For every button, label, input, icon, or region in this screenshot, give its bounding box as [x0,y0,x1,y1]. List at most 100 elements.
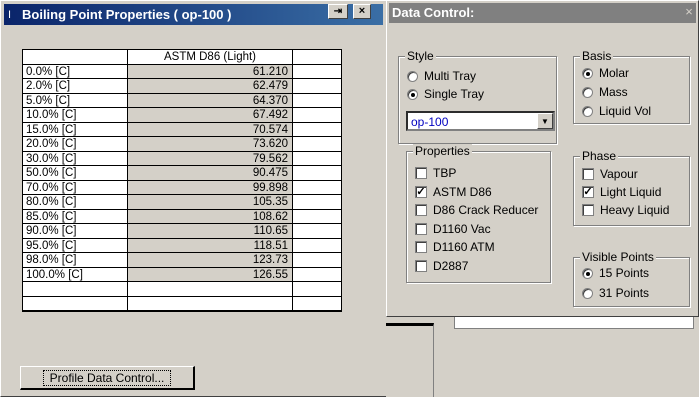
temperature-value-cell[interactable]: 90.475 [128,166,293,181]
temperature-value-cell[interactable]: 62.479 [128,79,293,94]
property-checkbox-label: ASTM D86 [433,184,492,199]
empty-cell [293,94,341,108]
grid-row: 98.0% [C] 123.73 [23,253,341,268]
points-radio-15-points[interactable]: 15 Points [582,266,649,280]
empty-value-cell[interactable] [128,282,293,297]
basis-radio-molar[interactable]: Molar [582,66,629,80]
boiling-point-grid: ASTM D86 (Light) 0.0% [C] 61.210 2.0% [C] 6… [22,49,342,312]
points-radio-31-points[interactable]: 31 Points [582,286,649,300]
temperature-value-cell[interactable]: 73.620 [128,137,293,152]
basis-radio-liquid-vol[interactable]: Liquid Vol [582,104,651,118]
grid-row: 95.0% [C] 118.51 [23,238,341,253]
property-checkbox-box [415,204,427,216]
multi-tray-radio[interactable]: Multi Tray [407,69,476,83]
dc-close-button[interactable]: × [682,5,696,19]
grid-row: 80.0% [C] 105.35 [23,195,341,210]
temperature-value-cell[interactable]: 123.73 [128,253,293,268]
temperature-value-cell[interactable]: 79.562 [128,151,293,166]
empty-cell [293,297,341,311]
temperature-value-cell[interactable]: 105.35 [128,195,293,210]
row-label: 85.0% [C] [23,209,128,224]
basis-radio-dot [582,105,593,117]
property-checkbox-box [415,241,427,253]
style-legend: Style [405,49,436,63]
row-label: 2.0% [C] [23,79,128,94]
row-label: 10.0% [C] [23,108,128,123]
dc-titlebar[interactable]: Data Control: [389,3,696,23]
pin-button[interactable]: ⇥ [328,4,348,19]
row-label: 0.0% [C] [23,64,128,79]
property-checkbox-d1160-atm[interactable]: D1160 ATM [415,240,495,254]
grid-row: 10.0% [C] 67.492 [23,108,341,123]
data-control-window: Data Control: × Style Multi Tray Single … [386,0,699,317]
temperature-value-cell[interactable]: 70.574 [128,122,293,137]
workspace-background [386,317,699,397]
phase-group: Phase Vapour ✓ Light Liquid Heavy Liquid [573,149,690,226]
phase-checkbox-box [582,204,594,216]
property-checkbox-label: D1160 Vac [433,221,491,236]
empty-cell [293,253,341,268]
grid-row: 0.0% [C] 61.210 [23,64,341,79]
workspace-field [454,317,694,329]
empty-cell [293,282,341,297]
points-radio-dot [582,267,593,279]
phase-checkbox-box [582,168,594,180]
grid-header-spacer [293,50,341,65]
basis-group: Basis Molar Mass Liquid Vol [573,49,690,124]
close-button[interactable]: × [353,4,371,19]
grid-row-empty [23,282,341,297]
phase-checkbox-vapour[interactable]: Vapour [582,167,638,181]
single-tray-label: Single Tray [424,87,485,101]
property-checkbox-d2887[interactable]: D2887 [415,259,468,273]
temperature-value-cell[interactable]: 61.210 [128,64,293,79]
grid-row: 90.0% [C] 110.65 [23,224,341,239]
empty-cell [293,210,341,224]
grid-header-row: ASTM D86 (Light) [23,50,341,65]
app-icon: I [8,9,12,21]
empty-value-cell[interactable] [128,296,293,311]
chevron-down-icon[interactable]: ▼ [537,113,553,129]
empty-cell [293,65,341,79]
temperature-value-cell[interactable]: 64.370 [128,93,293,108]
grid-row: 30.0% [C] 79.562 [23,151,341,166]
grid-row: 70.0% [C] 99.898 [23,180,341,195]
temperature-value-cell[interactable]: 67.492 [128,108,293,123]
phase-checkbox-light-liquid[interactable]: ✓ Light Liquid [582,185,661,199]
temperature-value-cell[interactable]: 108.62 [128,209,293,224]
empty-cell [293,79,341,94]
bp-titlebar[interactable]: I Boiling Point Properties ( op-100 ) [4,4,383,25]
grid-row: 20.0% [C] 73.620 [23,137,341,152]
stream-select[interactable]: op-100 ▼ [406,111,555,131]
phase-checkbox-box: ✓ [582,186,594,198]
multi-tray-radio-dot [407,70,418,82]
row-label: 100.0% [C] [23,267,128,282]
pin-icon: ⇥ [333,6,343,17]
profile-data-control-button[interactable]: Profile Data Control... [20,366,195,390]
single-tray-radio[interactable]: Single Tray [407,87,484,101]
empty-cell [293,195,341,210]
basis-radio-dot [582,67,593,79]
property-checkbox-label: D86 Crack Reducer [433,203,539,217]
grid-row: 2.0% [C] 62.479 [23,79,341,94]
grid-row: 15.0% [C] 70.574 [23,122,341,137]
property-checkbox-label: D1160 ATM [433,240,495,254]
basis-radio-dot [582,86,593,98]
properties-group: Properties TBP ✓ ASTM D86 D86 Crack Reducer… [406,144,551,283]
property-checkbox-tbp[interactable]: TBP [415,166,456,180]
basis-radio-mass[interactable]: Mass [582,85,628,99]
temperature-value-cell[interactable]: 110.65 [128,224,293,239]
single-tray-radio-dot [407,88,418,100]
stream-select-value: op-100 [411,115,449,129]
multi-tray-label: Multi Tray [424,69,477,83]
temperature-value-cell[interactable]: 118.51 [128,238,293,253]
grid-corner-cell [23,50,128,65]
temperature-value-cell[interactable]: 126.55 [128,267,293,282]
property-checkbox-astm-d86[interactable]: ✓ ASTM D86 [415,185,492,199]
property-checkbox-d1160-vac[interactable]: D1160 Vac [415,222,491,236]
row-label: 5.0% [C] [23,93,128,108]
grid-row: 5.0% [C] 64.370 [23,93,341,108]
property-checkbox-d86-crack-reducer[interactable]: D86 Crack Reducer [415,203,538,217]
grid-row: 50.0% [C] 90.475 [23,166,341,181]
temperature-value-cell[interactable]: 99.898 [128,180,293,195]
phase-checkbox-heavy-liquid[interactable]: Heavy Liquid [582,203,669,217]
